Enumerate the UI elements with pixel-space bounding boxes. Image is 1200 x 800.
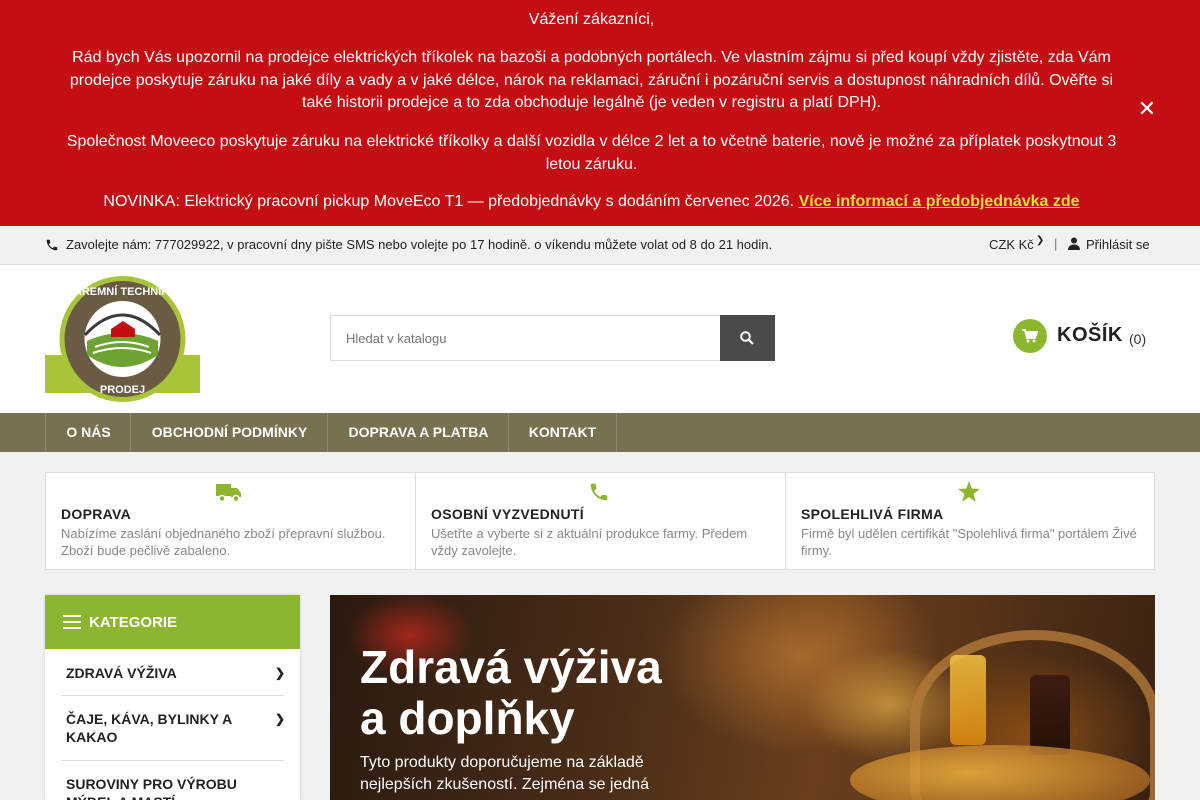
hero-title-line-1: Zdravá výživa [360, 641, 662, 693]
feature-osobni-vyzvednuti: OSOBNÍ VYZVEDNUTÍ Ušetřte a vyberte si z… [415, 473, 785, 569]
notice-banner: Vážení zákazníci, Rád bych Vás upozornil… [0, 0, 1200, 226]
category-label: SUROVINY PRO VÝROBU MÝDEL A MASTÍ [66, 776, 237, 800]
category-item-suroviny[interactable]: SUROVINY PRO VÝROBU MÝDEL A MASTÍ [61, 761, 284, 800]
hero-banner[interactable]: Zdravá výživa a doplňky Tyto produkty do… [330, 595, 1155, 800]
cart-icon [1022, 329, 1038, 343]
cart-label[interactable]: KOŠÍK [1057, 324, 1123, 347]
nav-item-kontakt[interactable]: KONTAKT [508, 413, 617, 452]
category-title: KATEGORIE [89, 614, 178, 631]
currency-selector[interactable]: CZK Kč [989, 237, 1034, 252]
category-header[interactable]: KATEGORIE [45, 595, 300, 649]
truck-icon [216, 484, 241, 503]
hero-title-line-2: a doplňky [360, 692, 575, 744]
feature-title: SPOLEHLIVÁ FIRMA [801, 506, 944, 522]
feature-text: Nabízíme zaslání objednaného zboží přepr… [61, 526, 386, 558]
feature-text: Ušetřte a vyberte si z aktuální produkce… [431, 526, 748, 558]
features-strip: DOPRAVA Nabízíme zaslání objednaného zbo… [45, 472, 1155, 570]
nav-item-obchodni-podminky[interactable]: OBCHODNÍ PODMÍNKY [130, 413, 328, 452]
notice-greeting: Vážení zákazníci, [528, 11, 655, 28]
nav-item-doprava-a-platba[interactable]: DOPRAVA A PLATBA [327, 413, 509, 452]
contact-info: Zavolejte nám: 777029922, v pracovní dny… [66, 237, 773, 252]
top-bar: Zavolejte nám: 777029922, v pracovní dny… [0, 226, 1200, 265]
chevron-right-icon: ❯ [275, 666, 286, 680]
login-link[interactable]: Přihlásit se [1086, 237, 1150, 252]
logo-text-bottom: PRODEJ [100, 384, 145, 396]
menu-icon [63, 615, 81, 629]
feature-title: OSOBNÍ VYZVEDNUTÍ [431, 506, 584, 522]
feature-title: DOPRAVA [61, 506, 132, 522]
notice-paragraph-1: Rád bych Vás upozornil na prodejce elekt… [69, 49, 1114, 111]
phone-icon [590, 483, 608, 501]
category-label: ZDRAVÁ VÝŽIVA [66, 665, 177, 681]
honey-jar-image [950, 655, 986, 745]
novinka-text: NOVINKA: Elektrický pracovní pickup Move… [103, 193, 799, 210]
chevron-down-icon[interactable]: ❯ [1036, 235, 1044, 246]
category-item-caje-kava[interactable]: ČAJE, KÁVA, BYLINKY A KAKAO ❯ [61, 696, 286, 761]
phone-icon [46, 239, 58, 251]
jam-jar-image [1030, 675, 1070, 755]
search-icon [740, 331, 754, 345]
hero-text: Tyto produkty doporučujeme na základě ne… [360, 754, 650, 800]
header: FAREMNÍ TECHNIKA PRODEJ KOŠÍK (0) [0, 265, 1200, 413]
novinka-link[interactable]: Více informací a předobjednávka zde [799, 193, 1080, 210]
hero-title: Zdravá výživa a doplňky [360, 642, 662, 744]
category-label: ČAJE, KÁVA, BYLINKY A KAKAO [66, 711, 232, 745]
notice-paragraph-2: Společnost Moveeco poskytuje záruku na e… [66, 133, 1117, 173]
main-nav: O NÁS OBCHODNÍ PODMÍNKY DOPRAVA A PLATBA… [0, 413, 1200, 452]
feature-spolehliva-firma: SPOLEHLIVÁ FIRMA Firmě byl udělen certif… [785, 473, 1154, 569]
separator: | [1054, 236, 1058, 251]
cart-count: (0) [1129, 331, 1147, 347]
category-item-zdrava-vyziva[interactable]: ZDRAVÁ VÝŽIVA ❯ [61, 649, 286, 696]
feature-doprava: DOPRAVA Nabízíme zaslání objednaného zbo… [46, 473, 415, 569]
nav-item-o-nas[interactable]: O NÁS [45, 413, 131, 452]
notice-novinka: NOVINKA: Elektrický pracovní pickup Move… [60, 191, 1123, 214]
logo-text-top: FAREMNÍ TECHNIKA [68, 285, 177, 298]
close-icon[interactable]: ✕ [1136, 98, 1158, 120]
feature-text: Firmě byl udělen certifikát "Spolehlivá … [801, 526, 1137, 558]
user-icon[interactable] [1068, 237, 1080, 250]
category-sidebar: KATEGORIE ZDRAVÁ VÝŽIVA ❯ ČAJE, KÁVA, BY… [45, 595, 300, 800]
search-input[interactable] [330, 315, 721, 361]
chevron-right-icon: ❯ [275, 712, 286, 726]
star-icon [958, 481, 980, 502]
logo[interactable]: FAREMNÍ TECHNIKA PRODEJ [45, 275, 200, 403]
search-button[interactable] [720, 315, 775, 361]
cart-button[interactable] [1013, 319, 1047, 353]
